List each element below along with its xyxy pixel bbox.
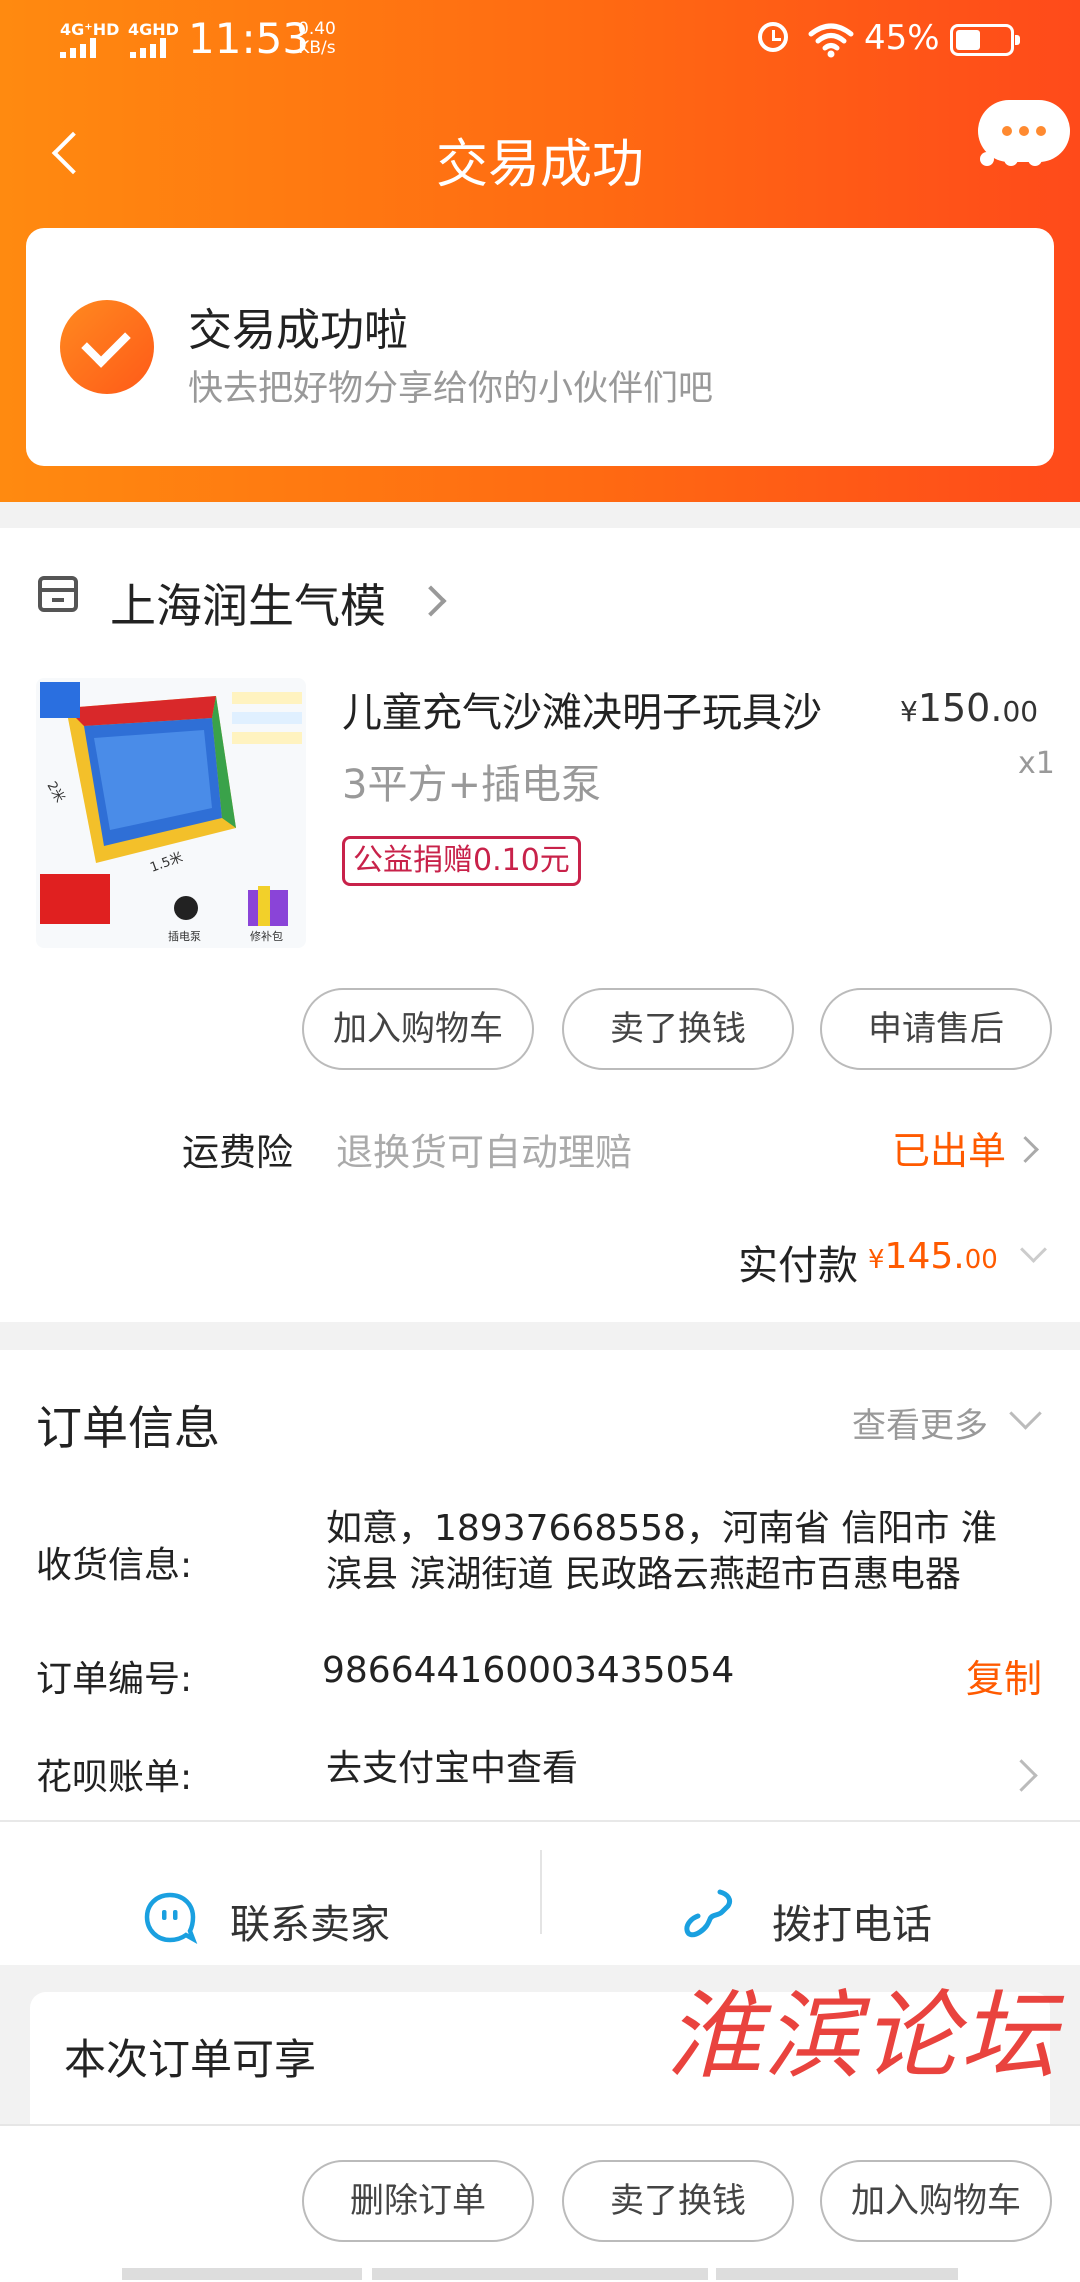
- charity-badge: 公益捐赠0.10元: [342, 836, 581, 886]
- order-info-title: 订单信息: [36, 1401, 220, 1455]
- info-divider: [0, 1820, 1080, 1822]
- success-card: 交易成功啦 快去把好物分享给你的小伙伴们吧: [26, 228, 1054, 466]
- view-more-chevron-icon[interactable]: [1009, 1397, 1042, 1430]
- sell-for-cash-button[interactable]: 卖了换钱: [562, 988, 794, 1070]
- shop-name[interactable]: 上海润生气模: [110, 570, 386, 636]
- sell-for-cash-bottom-button[interactable]: 卖了换钱: [562, 2160, 794, 2242]
- product-image[interactable]: 2米 1.5米 插电泵 修补包: [36, 678, 306, 948]
- contact-seller-label: 联系卖家: [230, 1902, 390, 1948]
- forum-watermark: 淮滨论坛: [666, 1980, 1058, 2092]
- add-to-cart-bottom-button[interactable]: 加入购物车: [820, 2160, 1052, 2242]
- paid-label: 实付款: [738, 1243, 858, 1289]
- paid-currency: ¥: [868, 1245, 885, 1275]
- huabei-value[interactable]: 去支付宝中查看: [326, 1746, 578, 1792]
- nav-bar: 交易成功: [0, 100, 1080, 210]
- paid-expand-chevron-icon[interactable]: [1020, 1236, 1047, 1263]
- order-number-label: 订单编号:: [36, 1659, 193, 1700]
- speed-unit: KB/s: [298, 38, 336, 58]
- signal-icon: [60, 38, 108, 58]
- shop-icon: [38, 576, 78, 612]
- success-title: 交易成功啦: [188, 305, 408, 356]
- delete-order-button[interactable]: 删除订单: [302, 2160, 534, 2242]
- contact-seller-button[interactable]: 联系卖家: [0, 1872, 538, 1966]
- phone-icon: [684, 1889, 733, 1938]
- success-subtitle: 快去把好物分享给你的小伙伴们吧: [188, 369, 714, 409]
- alarm-icon: [758, 22, 788, 52]
- shipping-line-2: 滨县 滨湖街道 民政路云燕超市百惠电器: [326, 1554, 961, 1595]
- insurance-chevron-icon[interactable]: [1012, 1136, 1039, 1163]
- image-pump-label: 插电泵: [168, 929, 201, 943]
- paid-amount: ¥145.00: [868, 1236, 998, 1277]
- clock: 11:53: [188, 14, 310, 63]
- chat-face-icon: [144, 1892, 198, 1945]
- insurance-label: 运费险: [182, 1131, 293, 1174]
- page-title: 交易成功: [435, 135, 644, 195]
- speed-value: 0.40: [298, 19, 336, 39]
- huabei-label: 花呗账单:: [36, 1757, 193, 1798]
- product-title[interactable]: 儿童充气沙滩决明子玩具沙: [342, 680, 822, 738]
- shipping-line-1: 如意，18937668558，河南省 信阳市 淮: [326, 1508, 997, 1549]
- order-card: 上海润生气模 2米 1.5米 插电泵 修补包 儿童充气沙滩决明子玩具沙 ¥150…: [0, 528, 1080, 1322]
- battery-percent: 45%: [864, 18, 940, 58]
- price-dec: 00: [1002, 695, 1039, 728]
- view-more-link[interactable]: 查看更多: [852, 1398, 988, 1447]
- benefits-title: 本次订单可享: [64, 2035, 317, 2084]
- image-kit-label: 修补包: [250, 929, 283, 943]
- paid-int: 145.: [884, 1236, 965, 1277]
- call-phone-label: 拨打电话: [772, 1902, 932, 1948]
- bottom-action-bar: 删除订单 卖了换钱 加入购物车: [0, 2124, 1080, 2282]
- wifi-icon: [808, 23, 854, 58]
- home-indicator-segment: [716, 2268, 958, 2280]
- price-currency: ¥: [900, 695, 918, 728]
- product-price: ¥150.00: [900, 686, 1038, 730]
- signal-icon-2: [130, 38, 178, 58]
- call-phone-button[interactable]: 拨打电话: [542, 1872, 1080, 1966]
- network-speed: 0.40 KB/s: [298, 20, 336, 58]
- product-spec: 3平方+插电泵: [342, 762, 601, 808]
- paid-dec: 00: [964, 1245, 998, 1275]
- insurance-status[interactable]: 已出单: [892, 1120, 1006, 1175]
- home-indicator-segment: [122, 2268, 362, 2280]
- copy-button[interactable]: 复制: [966, 1648, 1042, 1703]
- order-number: 986644160003435054: [322, 1650, 735, 1691]
- insurance-description: 退换货可自动理赔: [336, 1131, 632, 1174]
- huabei-chevron-icon[interactable]: [1005, 1759, 1038, 1792]
- shop-chevron-icon[interactable]: [415, 585, 447, 617]
- network-label-1: 4G⁺HD: [60, 20, 120, 39]
- price-int: 150.: [917, 686, 1003, 730]
- add-to-cart-button[interactable]: 加入购物车: [302, 988, 534, 1070]
- network-label-2: 4GHD: [128, 20, 179, 39]
- status-bar: 4G⁺HD 4GHD 11:53 0.40 KB/s 45%: [0, 0, 1080, 90]
- shipping-label: 收货信息:: [36, 1545, 193, 1586]
- after-sales-button[interactable]: 申请售后: [820, 988, 1052, 1070]
- battery-icon: [950, 24, 1020, 56]
- check-circle-icon: [60, 300, 154, 394]
- more-icon[interactable]: [978, 100, 1070, 162]
- home-indicator-segment: [372, 2268, 708, 2280]
- product-quantity: x1: [1018, 746, 1055, 781]
